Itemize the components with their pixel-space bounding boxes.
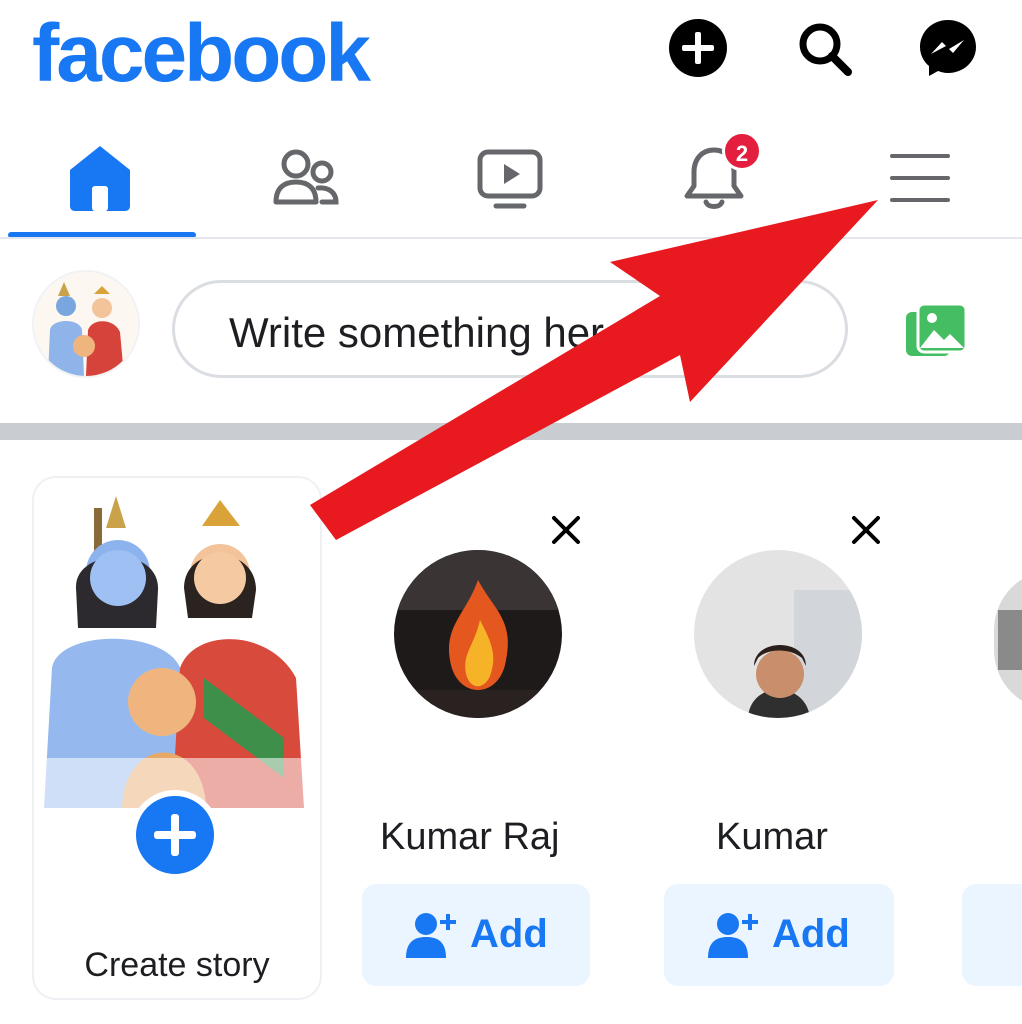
dismiss-suggestion-button[interactable] — [546, 510, 586, 550]
add-friend-icon — [708, 913, 758, 958]
hamburger-menu-icon — [890, 154, 950, 202]
close-icon — [852, 516, 880, 544]
tab-notifications[interactable] — [614, 120, 814, 238]
notification-badge: 2 — [722, 131, 762, 171]
create-story-image — [34, 478, 320, 808]
profile-photo-image — [394, 550, 562, 718]
section-separator — [0, 423, 1022, 440]
close-icon — [552, 516, 580, 544]
add-friend-label: Add — [470, 912, 548, 956]
home-icon — [70, 146, 130, 211]
whats-on-your-mind-input[interactable]: Write something here... — [172, 280, 848, 378]
add-friend-button[interactable]: Add — [664, 884, 894, 986]
dismiss-suggestion-button[interactable] — [846, 510, 886, 550]
search-button[interactable] — [794, 18, 854, 78]
main-tab-bar — [0, 120, 1022, 238]
friends-icon — [273, 149, 339, 205]
tab-menu[interactable] — [820, 120, 1020, 238]
messenger-button[interactable] — [918, 18, 978, 78]
video-icon — [477, 149, 543, 209]
tab-home[interactable] — [0, 120, 200, 238]
create-story-card[interactable] — [34, 478, 320, 998]
avatar-image — [34, 272, 138, 376]
suggestion-profile-photo[interactable] — [694, 550, 862, 718]
create-story-label: Create story — [84, 946, 270, 984]
create-story-plus-button[interactable] — [130, 790, 220, 880]
plus-circle-icon — [669, 19, 727, 77]
suggestion-name[interactable]: Kumar — [716, 816, 828, 859]
tab-watch[interactable] — [410, 120, 610, 238]
add-photo-button[interactable] — [904, 302, 968, 362]
top-bar: facebook — [0, 0, 1022, 110]
add-friend-label: Add — [772, 912, 850, 956]
add-friend-button-partial[interactable] — [962, 884, 1022, 986]
create-button[interactable] — [668, 18, 728, 78]
profile-avatar[interactable] — [34, 272, 138, 376]
plus-icon — [154, 814, 196, 856]
tab-friends[interactable] — [206, 120, 406, 238]
composer-placeholder: Write something here... — [229, 309, 663, 356]
suggestion-name[interactable]: Kumar Raj — [380, 816, 560, 859]
facebook-logo[interactable]: facebook — [32, 6, 371, 102]
profile-photo-image — [694, 550, 862, 718]
photo-icon — [906, 302, 968, 356]
suggestion-profile-photo[interactable] — [394, 550, 562, 718]
add-friend-icon — [406, 913, 456, 958]
add-friend-button[interactable]: Add — [362, 884, 590, 986]
search-icon — [799, 23, 852, 76]
tab-divider — [0, 237, 1022, 239]
messenger-icon — [920, 20, 976, 76]
